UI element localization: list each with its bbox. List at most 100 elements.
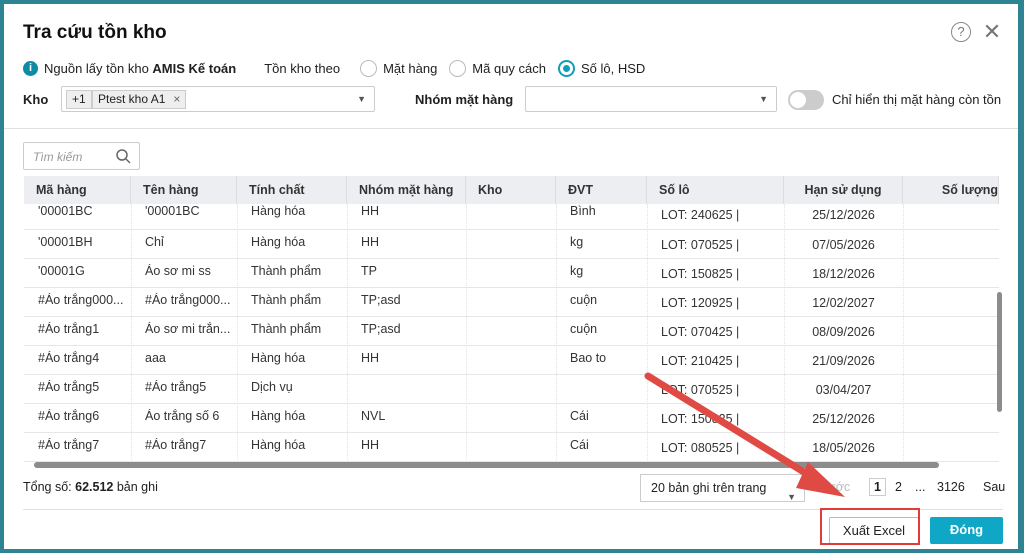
table-cell: Bao to bbox=[570, 351, 607, 365]
table-cell: Dịch vụ bbox=[251, 380, 293, 394]
close-icon[interactable]: ✕ bbox=[982, 21, 1002, 43]
stock-by-label: Tồn kho theo bbox=[264, 61, 341, 76]
table-cell: #Áo trắng5 bbox=[38, 380, 100, 394]
table-cell: Hàng hóa bbox=[251, 409, 306, 423]
warehouse-chip[interactable]: Ptest kho A1 × bbox=[92, 90, 187, 109]
help-icon[interactable]: ? bbox=[951, 22, 971, 42]
options-row: i Nguồn lấy tồn kho AMIS Kế toán Tồn kho… bbox=[23, 60, 645, 77]
table-cell: Áo sơ mi ss bbox=[145, 264, 211, 278]
table-cell: #Áo trắng7 bbox=[145, 438, 207, 452]
table-row[interactable]: #Áo trắng000... #Áo trắng000... Thành phẩm… bbox=[24, 288, 999, 317]
table-cell: kg bbox=[570, 264, 584, 278]
inventory-table: Mã hàng Tên hàng Tính chất Nhóm mặt hàng Kho… bbox=[24, 176, 1002, 468]
in-stock-only-label: Chỉ hiển thị mặt hàng còn tồn bbox=[832, 92, 1002, 107]
total-count: 62.512 bbox=[75, 480, 114, 494]
remove-chip-icon[interactable]: × bbox=[173, 91, 180, 108]
search-icon[interactable] bbox=[116, 149, 131, 164]
close-button[interactable]: Đóng bbox=[930, 517, 1003, 544]
table-cell: Thành phẩm bbox=[251, 322, 322, 336]
table-cell: LOT: 070525 | bbox=[661, 383, 740, 397]
table-header: Mã hàng Tên hàng Tính chất Nhóm mặt hàng Kho… bbox=[24, 176, 999, 204]
table-cell: Cái bbox=[570, 438, 589, 452]
table-cell: LOT: 070525 | bbox=[661, 238, 740, 252]
column-header[interactable]: Tính chất bbox=[237, 176, 347, 204]
next-page-button[interactable]: Sau bbox=[983, 480, 1005, 494]
table-cell: #Áo trắng1 bbox=[38, 322, 100, 336]
radio-lot-expiry-label[interactable]: Số lô, HSD bbox=[581, 61, 645, 76]
table-row[interactable]: '00001BC '00001BC Hàng hóa HH Bình LOT: 24062… bbox=[24, 204, 999, 230]
table-cell: 18/05/2026 bbox=[812, 441, 875, 455]
search-input[interactable]: Tìm kiếm bbox=[23, 142, 140, 170]
inventory-lookup-dialog: Tra cứu tồn kho ? ✕ i Nguồn lấy tồn kho … bbox=[4, 4, 1018, 549]
table-row[interactable]: #Áo trắng6 Áo trắng số 6 Hàng hóa NVL Cái LOT… bbox=[24, 404, 999, 433]
table-cell: NVL bbox=[361, 409, 386, 423]
table-cell: #Áo trắng7 bbox=[38, 438, 100, 452]
table-cell: HH bbox=[361, 438, 380, 452]
page-ellipsis: ... bbox=[915, 480, 926, 494]
column-header[interactable]: Mã hàng bbox=[24, 176, 131, 204]
table-cell: LOT: 080525 | bbox=[661, 441, 740, 455]
column-divider bbox=[131, 204, 132, 460]
column-header[interactable]: Tên hàng bbox=[131, 176, 237, 204]
column-divider bbox=[903, 204, 904, 460]
table-row[interactable]: '00001G Áo sơ mi ss Thành phẩm TP kg LOT: 150… bbox=[24, 259, 999, 288]
warehouse-select[interactable]: +1 Ptest kho A1 × ▼ bbox=[61, 86, 375, 112]
item-group-select[interactable]: ▼ bbox=[525, 86, 777, 112]
table-cell: 08/09/2026 bbox=[812, 325, 875, 339]
horizontal-scrollbar[interactable] bbox=[34, 462, 939, 468]
radio-spec-code[interactable] bbox=[449, 60, 467, 77]
page-2[interactable]: 2 bbox=[895, 480, 902, 494]
table-cell: '00001G bbox=[38, 264, 85, 278]
radio-item[interactable] bbox=[360, 60, 378, 77]
table-cell: kg bbox=[570, 235, 584, 249]
table-cell: Chỉ bbox=[145, 235, 164, 249]
divider bbox=[4, 128, 1018, 129]
table-row[interactable]: #Áo trắng5 #Áo trắng5 Dịch vụ LOT: 070525 |… bbox=[24, 375, 999, 404]
chevron-down-icon: ▼ bbox=[357, 94, 366, 104]
warehouse-label: Kho bbox=[23, 92, 49, 107]
table-cell: HH bbox=[361, 351, 380, 365]
table-row[interactable]: #Áo trắng7 #Áo trắng7 Hàng hóa HH Cái LOT: 08… bbox=[24, 433, 999, 462]
column-header[interactable]: Nhóm mặt hàng bbox=[347, 176, 466, 204]
radio-spec-code-label[interactable]: Mã quy cách bbox=[472, 61, 546, 76]
warehouse-more-chip[interactable]: +1 bbox=[66, 90, 92, 109]
dialog-title: Tra cứu tồn kho bbox=[23, 22, 167, 43]
column-header[interactable]: Số lượng bbox=[903, 176, 999, 204]
column-header[interactable]: Kho bbox=[466, 176, 556, 204]
table-cell: 21/09/2026 bbox=[812, 354, 875, 368]
table-cell: Bình bbox=[570, 204, 596, 218]
table-cell: cuộn bbox=[570, 293, 598, 307]
column-header[interactable]: ĐVT bbox=[556, 176, 647, 204]
source-prefix: Nguồn lấy tồn kho bbox=[44, 61, 153, 76]
column-divider bbox=[647, 204, 648, 460]
table-cell: Thành phẩm bbox=[251, 293, 322, 307]
column-header[interactable]: Hạn sử dụng bbox=[784, 176, 903, 204]
table-cell: '00001BH bbox=[38, 235, 93, 249]
table-cell: Hàng hóa bbox=[251, 438, 306, 452]
page-1[interactable]: 1 bbox=[869, 478, 886, 496]
table-cell: 07/05/2026 bbox=[812, 238, 875, 252]
table-cell: HH bbox=[361, 235, 380, 249]
page-size-select[interactable]: 20 bản ghi trên trang ▼ bbox=[640, 474, 805, 502]
vertical-scrollbar[interactable] bbox=[997, 292, 1002, 412]
table-row[interactable]: #Áo trắng4 aaa Hàng hóa HH Bao to LOT: 210425… bbox=[24, 346, 999, 375]
table-cell: Hàng hóa bbox=[251, 235, 306, 249]
in-stock-only-toggle[interactable] bbox=[788, 90, 824, 110]
column-divider bbox=[466, 204, 467, 460]
chevron-down-icon: ▼ bbox=[759, 94, 768, 104]
radio-item-label[interactable]: Mặt hàng bbox=[383, 61, 437, 76]
table-cell: LOT: 120925 | bbox=[661, 296, 740, 310]
prev-page-button[interactable]: Trước bbox=[816, 480, 850, 494]
page-last[interactable]: 3126 bbox=[937, 480, 965, 494]
table-cell: cuộn bbox=[570, 322, 598, 336]
table-row[interactable]: '00001BH Chỉ Hàng hóa HH kg LOT: 070525 | 07/0… bbox=[24, 230, 999, 259]
table-row[interactable]: #Áo trắng1 Áo sơ mi trắn... Thành phẩm TP;a… bbox=[24, 317, 999, 346]
table-cell: TP bbox=[361, 264, 377, 278]
radio-lot-expiry[interactable] bbox=[558, 60, 575, 77]
page-size-value: 20 bản ghi trên trang bbox=[651, 481, 767, 495]
column-header[interactable]: Số lô bbox=[647, 176, 784, 204]
table-cell: #Áo trắng6 bbox=[38, 409, 100, 423]
table-cell: Hàng hóa bbox=[251, 204, 306, 218]
table-cell: LOT: 070425 | bbox=[661, 325, 740, 339]
table-cell: #Áo trắng000... bbox=[38, 293, 124, 307]
